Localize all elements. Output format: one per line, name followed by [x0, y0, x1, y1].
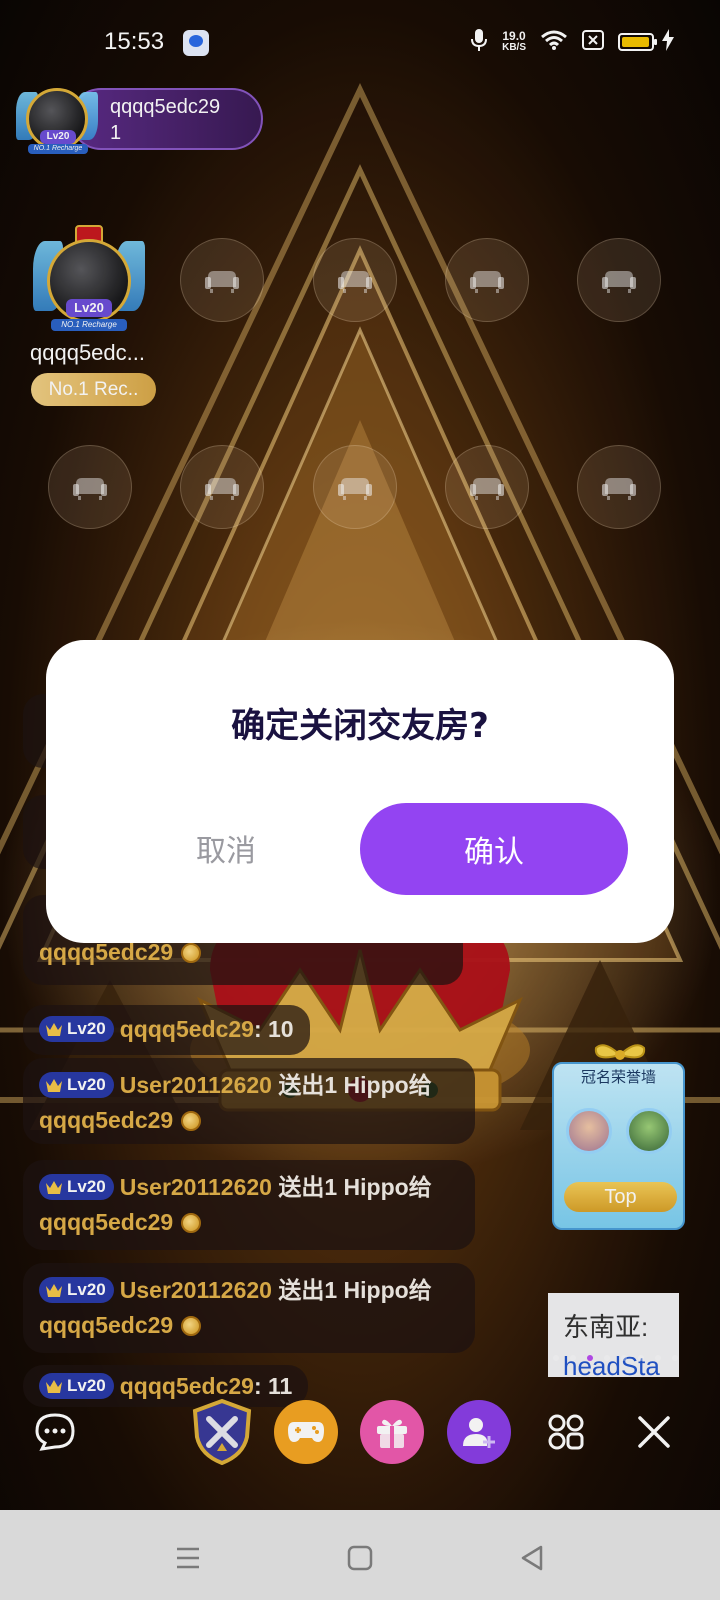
back-nav-icon[interactable]: [514, 1540, 550, 1576]
dialog-title: 确定关闭交友房?: [231, 706, 489, 746]
close-room-dialog: 确定关闭交友房? 取消 确认: [46, 640, 674, 943]
menu-nav-icon[interactable]: [170, 1540, 206, 1576]
confirm-button[interactable]: 确认: [360, 803, 628, 895]
system-nav-bar: [0, 1510, 720, 1600]
cancel-button[interactable]: 取消: [156, 803, 296, 893]
home-nav-icon[interactable]: [342, 1540, 378, 1576]
